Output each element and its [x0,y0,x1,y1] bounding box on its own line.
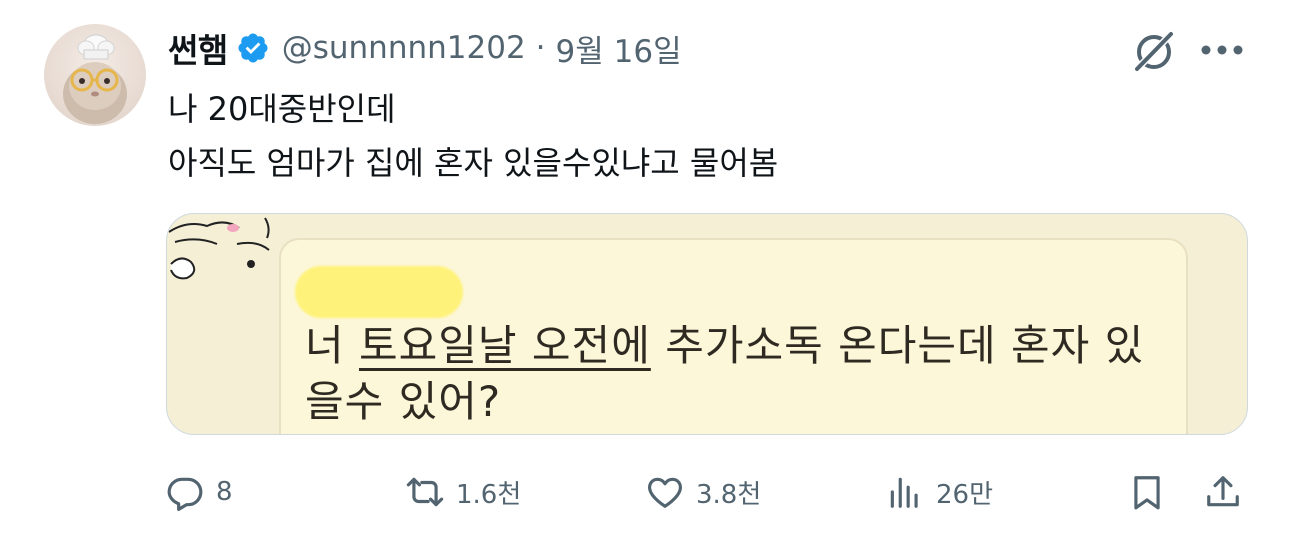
bookmark-button[interactable] [1128,462,1166,522]
display-name[interactable]: 썬햄 [168,24,228,72]
tweet-media-image[interactable]: 너 토요일날 오전에 추가소독 온다는데 혼자 있 을수 있어? [166,213,1248,435]
retweet-count: 1.6천 [456,479,522,510]
more-icon[interactable] [1200,44,1244,56]
redacted-name [295,266,463,318]
message-part-1: 너 [305,321,359,370]
verified-badge-icon [238,33,268,63]
like-count: 3.8천 [696,479,762,510]
sticker-drawing [168,217,270,280]
reply-icon [167,477,203,511]
like-button[interactable]: 3.8천 [646,462,761,522]
reply-button[interactable]: 8 [166,462,233,522]
message-underlined: 토요일날 오전에 [359,321,651,370]
tweet-text-line-1: 나 20대중반인데 [168,90,396,128]
message-line-2: 을수 있어? [305,377,502,426]
views-count: 26만 [936,479,994,510]
share-button[interactable] [1204,462,1242,522]
views-button[interactable]: 26만 [886,462,993,522]
tweet-text: 나 20대중반인데 아직도 엄마가 집에 혼자 있을수있냐고 물어봄 [168,82,778,190]
tweet-header: 썬햄 @sunnnnn1202 · 9월 16일 [168,22,682,74]
bookmark-icon [1134,476,1160,510]
action-bar: 8 1.6천 3.8천 26만 [0,462,1290,522]
separator-dot: · [535,30,546,66]
message-part-2: 추가소독 온다는데 혼자 있 [650,321,1145,370]
timestamp[interactable]: 9월 16일 [556,26,682,71]
grok-icon[interactable] [1130,28,1178,74]
tweet-text-line-2: 아직도 엄마가 집에 혼자 있을수있냐고 물어봄 [168,144,779,182]
heart-icon [648,477,682,508]
views-icon [890,477,918,508]
user-handle[interactable]: @sunnnnn1202 [282,30,526,66]
hamster-avatar-image [63,34,127,124]
chat-message: 너 토요일날 오전에 추가소독 온다는데 혼자 있 을수 있어? [305,318,1144,430]
avatar[interactable] [44,24,146,126]
share-icon [1207,476,1239,507]
retweet-button[interactable]: 1.6천 [406,462,521,522]
retweet-icon [406,477,444,507]
reply-count: 8 [216,477,233,507]
